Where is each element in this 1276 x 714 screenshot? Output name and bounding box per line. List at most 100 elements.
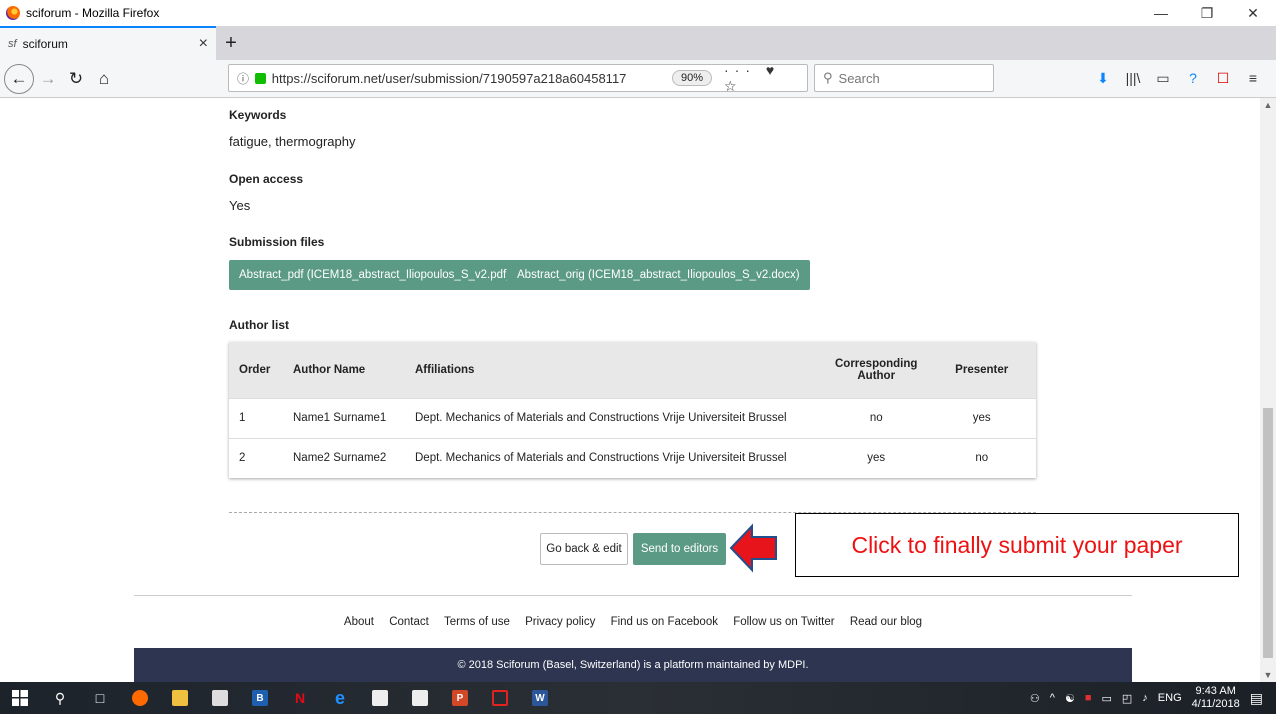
system-tray: ⚇ ^ ☯ ■ ▭ ◰ ♪ ENG 9:43 AM 4/11/2018 ▤ (1025, 682, 1268, 714)
keywords-value: fatigue, thermography (229, 134, 356, 149)
back-button[interactable]: ← (4, 63, 34, 94)
cell-corresponding: yes (825, 437, 928, 478)
tab-sciforum[interactable]: sf sciforum × (0, 26, 216, 60)
language-indicator[interactable]: ENG (1158, 692, 1182, 704)
battery-icon[interactable]: ▭ (1101, 692, 1111, 705)
navigation-bar: ← → ↻ ⌂ ⓘ https://sciforum.net/user/subm… (0, 60, 1276, 98)
copyright-text: © 2018 Sciforum (Basel, Switzerland) is … (457, 659, 809, 671)
minimize-button[interactable]: — (1138, 0, 1184, 26)
restore-button[interactable]: ❐ (1184, 0, 1230, 26)
url-bar[interactable]: ⓘ https://sciforum.net/user/submission/7… (228, 62, 808, 95)
table-row: 2 Name2 Surname2 Dept. Mechanics of Mate… (229, 437, 1036, 478)
go-back-edit-button[interactable]: Go back & edit (540, 533, 628, 565)
column-header-order: Order (229, 342, 283, 398)
pocket-icon[interactable]: ☐ (1208, 70, 1238, 87)
scroll-down-icon[interactable]: ▼ (1260, 670, 1276, 680)
table-row: 1 Name1 Surname1 Dept. Mechanics of Mate… (229, 397, 1036, 438)
security-icon[interactable]: ■ (1085, 692, 1092, 704)
window-controls: — ❐ ✕ (1138, 0, 1276, 26)
site-info-icon[interactable]: ⓘ (237, 70, 249, 87)
clock[interactable]: 9:43 AM 4/11/2018 (1192, 685, 1240, 711)
footer-links: About Contact Terms of use Privacy polic… (134, 616, 1132, 628)
clock-date: 4/11/2018 (1191, 698, 1240, 710)
table-header-row: Order Author Name Affiliations Correspon… (229, 342, 1036, 398)
sciforum-favicon-icon: sf (8, 38, 17, 50)
file-orig-button[interactable]: Abstract_orig (ICEM18_abstract_Iliopoulo… (507, 260, 810, 290)
send-to-editors-button[interactable]: Send to editors (633, 533, 726, 565)
cell-order: 2 (229, 437, 283, 478)
scroll-up-icon[interactable]: ▲ (1260, 100, 1276, 110)
file-pdf-button[interactable]: Abstract_pdf (ICEM18_abstract_Iliopoulos… (229, 260, 521, 290)
movies-icon[interactable] (360, 682, 400, 714)
task-view-icon[interactable]: □ (80, 682, 120, 714)
footer-link-about[interactable]: About (344, 616, 374, 628)
instruction-callout: Click to finally submit your paper (795, 513, 1239, 577)
library-icon[interactable]: |||\ (1118, 70, 1148, 86)
cell-corresponding: no (825, 397, 928, 438)
firefox-taskbar-icon[interactable] (120, 682, 160, 714)
zoom-indicator[interactable]: 90% (671, 70, 713, 86)
url-text[interactable]: https://sciforum.net/user/submission/719… (272, 71, 664, 86)
b-app-icon[interactable]: B (240, 682, 280, 714)
copyright-bar: © 2018 Sciforum (Basel, Switzerland) is … (134, 648, 1132, 682)
window-title: sciforum - Mozilla Firefox (26, 6, 160, 20)
clock-time: 9:43 AM (1195, 685, 1236, 697)
notifications-icon[interactable]: ▤ (1250, 690, 1263, 707)
cell-presenter: yes (927, 397, 1036, 438)
author-table: Order Author Name Affiliations Correspon… (229, 342, 1036, 478)
page-scrollbar[interactable]: ▲ ▼ (1260, 98, 1276, 682)
scrollbar-thumb[interactable] (1263, 408, 1273, 658)
windows-logo-icon (12, 690, 28, 706)
tab-strip: sf sciforum × + (0, 26, 1276, 60)
store-icon[interactable] (200, 682, 240, 714)
wifi-icon[interactable]: ◰ (1122, 692, 1132, 705)
cell-affiliation: Dept. Mechanics of Materials and Constru… (405, 437, 825, 478)
downloads-icon[interactable]: ⬇ (1088, 70, 1118, 87)
powerpoint-icon[interactable]: P (440, 682, 480, 714)
extension-icon[interactable]: ? (1178, 70, 1208, 86)
home-button[interactable]: ⌂ (90, 65, 118, 93)
forward-button[interactable]: → (34, 65, 62, 93)
footer-link-terms[interactable]: Terms of use (444, 616, 510, 628)
footer-link-twitter[interactable]: Follow us on Twitter (733, 616, 834, 628)
netflix-icon[interactable]: N (280, 682, 320, 714)
start-button[interactable] (0, 682, 40, 714)
new-tab-button[interactable]: + (216, 26, 246, 60)
search-icon: ⚲ (823, 70, 833, 85)
footer-divider (134, 595, 1132, 596)
footer-link-contact[interactable]: Contact (389, 616, 429, 628)
cell-presenter: no (927, 437, 1036, 478)
footer-link-blog[interactable]: Read our blog (850, 616, 922, 628)
reload-button[interactable]: ↻ (62, 65, 90, 93)
cell-author-name: Name2 Surname2 (283, 437, 405, 478)
submission-files-heading: Submission files (229, 235, 325, 249)
mail-icon[interactable] (400, 682, 440, 714)
page-content: Keywords fatigue, thermography Open acce… (0, 98, 1260, 682)
footer-link-facebook[interactable]: Find us on Facebook (611, 616, 718, 628)
page-actions-icon[interactable]: ··· ♥ ☆ (724, 62, 807, 95)
word-icon[interactable]: W (520, 682, 560, 714)
people-icon[interactable]: ⚇ (1030, 692, 1040, 705)
search-taskbar-icon[interactable]: ⚲ (40, 682, 80, 714)
sidebar-icon[interactable]: ▭ (1148, 70, 1178, 87)
cell-order: 1 (229, 397, 283, 438)
close-window-button[interactable]: ✕ (1230, 0, 1276, 26)
lock-icon (255, 72, 266, 84)
close-tab-icon[interactable]: × (199, 35, 208, 53)
search-input[interactable]: ⚲ Search (814, 64, 994, 92)
column-header-presenter: Presenter (927, 342, 1036, 398)
tab-title: sciforum (22, 37, 68, 51)
volume-icon[interactable]: ♪ (1142, 692, 1148, 704)
acrobat-icon[interactable] (480, 682, 520, 714)
file-explorer-icon[interactable] (160, 682, 200, 714)
tray-expand-icon[interactable]: ^ (1050, 692, 1055, 704)
column-header-affiliations: Affiliations (405, 342, 825, 398)
network-app-icon[interactable]: ☯ (1065, 692, 1075, 705)
column-header-corresponding-author: Corresponding Author (825, 342, 928, 398)
footer-link-privacy[interactable]: Privacy policy (525, 616, 595, 628)
edge-icon[interactable]: e (320, 682, 360, 714)
menu-icon[interactable]: ≡ (1238, 70, 1268, 86)
column-header-author-name: Author Name (283, 342, 405, 398)
toolbar-icons: ⬇ |||\ ▭ ? ☐ ≡ (1088, 64, 1268, 92)
cell-affiliation: Dept. Mechanics of Materials and Constru… (405, 397, 825, 438)
